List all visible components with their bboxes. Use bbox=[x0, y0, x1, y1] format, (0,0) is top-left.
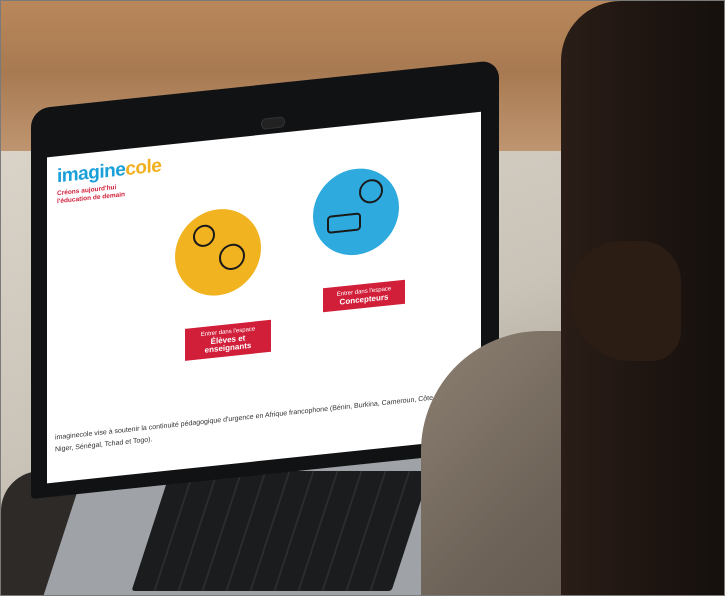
illustration-figure bbox=[359, 178, 383, 205]
designers-illustration[interactable] bbox=[313, 164, 399, 260]
students-space-button[interactable]: Entrer dans l'espace Élèves et enseignan… bbox=[185, 319, 271, 361]
illustration-figure bbox=[193, 223, 215, 248]
logo-part2: cole bbox=[125, 155, 162, 181]
site-description: imaginecole vise à soutenir la continuit… bbox=[55, 386, 481, 454]
illustration-laptop bbox=[327, 212, 361, 234]
illustration-figure bbox=[219, 242, 245, 272]
designers-space-button[interactable]: Entrer dans l'espace Concepteurs bbox=[323, 279, 405, 313]
person-hand bbox=[571, 241, 681, 361]
students-illustration[interactable] bbox=[175, 204, 261, 300]
webcam-icon bbox=[261, 116, 285, 130]
logo-part1: imagine bbox=[57, 159, 126, 188]
imaginecole-logo[interactable]: imaginecole bbox=[57, 155, 161, 188]
laptop-screen: imaginecole Créons aujourd'hui l'éducati… bbox=[47, 111, 481, 484]
photo-frame: imaginecole Créons aujourd'hui l'éducati… bbox=[0, 0, 725, 596]
